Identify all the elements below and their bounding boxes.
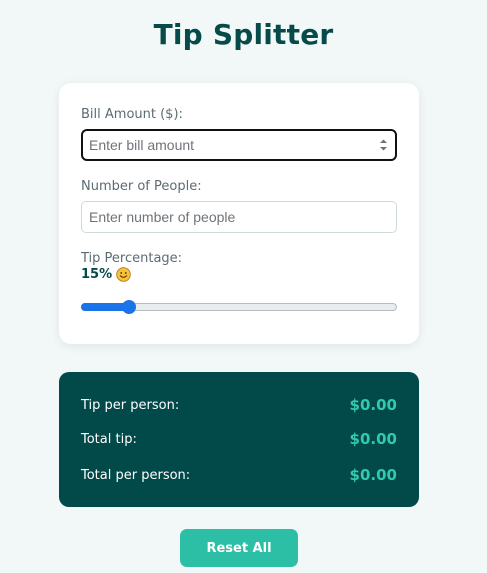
number-of-people-label: Number of People:	[81, 179, 202, 194]
number-spinner-icon[interactable]	[379, 138, 388, 152]
bill-amount-field-wrapper	[59, 129, 419, 161]
tip-per-person-value: $0.00	[349, 396, 397, 414]
total-tip-label: Total tip:	[81, 432, 137, 447]
total-per-person-label: Total per person:	[81, 468, 191, 483]
reset-all-button[interactable]: Reset All	[180, 529, 298, 567]
total-tip-value: $0.00	[349, 430, 397, 448]
tip-percentage-display: 15%	[81, 267, 131, 282]
bill-amount-input[interactable]	[81, 129, 397, 161]
tip-per-person-label: Tip per person:	[81, 398, 180, 413]
number-of-people-input[interactable]	[81, 201, 397, 233]
total-per-person-value: $0.00	[349, 466, 397, 484]
slightly-smiling-face-icon	[116, 267, 131, 282]
tip-splitter-app: Tip Splitter Bill Amount ($): Number of …	[0, 0, 487, 573]
bill-amount-label: Bill Amount ($):	[81, 107, 183, 122]
tip-per-person-row: Tip per person: $0.00	[81, 396, 397, 416]
input-card: Bill Amount ($): Number of People: Tip P…	[59, 83, 419, 344]
total-tip-row: Total tip: $0.00	[81, 430, 397, 450]
tip-percentage-label: Tip Percentage:	[81, 251, 183, 266]
results-panel: Tip per person: $0.00 Total tip: $0.00 T…	[59, 372, 419, 507]
page-title: Tip Splitter	[153, 18, 334, 51]
tip-percentage-slider[interactable]	[81, 300, 397, 314]
slider-thumb[interactable]	[122, 300, 136, 314]
tip-percentage-value: 15%	[81, 267, 113, 282]
total-per-person-row: Total per person: $0.00	[81, 466, 397, 486]
